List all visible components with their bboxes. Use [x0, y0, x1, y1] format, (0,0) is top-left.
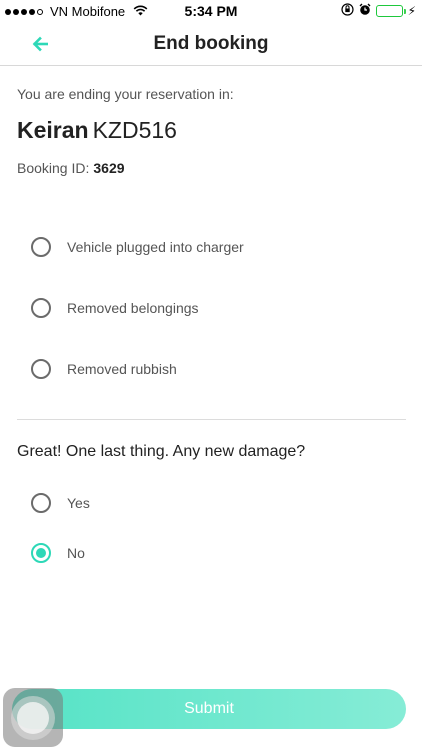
- nav-bar: End booking: [0, 22, 422, 66]
- vehicle-info: Keiran KZD516: [17, 117, 177, 144]
- section-divider: [17, 419, 406, 420]
- orientation-lock-icon: [340, 3, 354, 19]
- reservation-intro: You are ending your reservation in:: [17, 86, 234, 102]
- booking-info: Booking ID: 3629: [17, 160, 125, 176]
- checklist-item-label: Removed belongings: [67, 300, 199, 316]
- assistive-touch-button[interactable]: [3, 688, 63, 747]
- radio-unchecked-icon[interactable]: [31, 298, 51, 318]
- vehicle-name: Keiran: [17, 117, 89, 143]
- damage-option-yes[interactable]: Yes: [31, 492, 90, 514]
- radio-selected-icon[interactable]: [31, 543, 51, 563]
- checklist-item-belongings[interactable]: Removed belongings: [31, 297, 199, 319]
- submit-button[interactable]: Submit: [12, 689, 406, 729]
- charging-bolt-icon: ⚡: [407, 4, 416, 18]
- status-right: ⚡: [340, 3, 416, 19]
- damage-question: Great! One last thing. Any new damage?: [17, 443, 306, 460]
- page-title: End booking: [153, 33, 269, 54]
- damage-option-no[interactable]: No: [31, 542, 85, 564]
- booking-id-label: Booking ID:: [17, 160, 90, 176]
- vehicle-plate: KZD516: [92, 117, 177, 143]
- radio-unchecked-icon[interactable]: [31, 237, 51, 257]
- checklist-item-rubbish[interactable]: Removed rubbish: [31, 358, 177, 380]
- assistive-touch-icon: [11, 695, 55, 740]
- damage-option-label: No: [67, 545, 85, 561]
- battery-icon: [375, 5, 406, 17]
- checklist-item-label: Removed rubbish: [67, 361, 177, 377]
- checklist-item-charger[interactable]: Vehicle plugged into charger: [31, 236, 244, 258]
- radio-unchecked-icon[interactable]: [31, 493, 51, 513]
- booking-id-value: 3629: [93, 160, 125, 176]
- radio-unchecked-icon[interactable]: [31, 359, 51, 379]
- alarm-icon: [359, 3, 371, 19]
- checklist-item-label: Vehicle plugged into charger: [67, 239, 244, 255]
- status-bar: VN Mobifone 5:34 PM ⚡: [0, 0, 422, 22]
- damage-option-label: Yes: [67, 495, 90, 511]
